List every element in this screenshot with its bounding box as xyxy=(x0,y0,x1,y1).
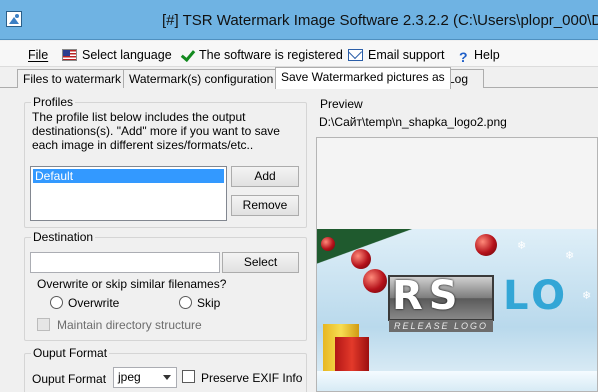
window-title: [#] TSR Watermark Image Software 2.3.2.2… xyxy=(162,12,598,29)
tab-watermark-configuration[interactable]: Watermark(s) configuration xyxy=(123,69,280,88)
add-profile-button[interactable]: Add xyxy=(231,166,299,187)
logo-text-partial: LO xyxy=(503,273,570,319)
menu-file-label: File xyxy=(28,47,49,62)
output-format-label: Ouput Format xyxy=(32,372,107,386)
remove-profile-button[interactable]: Remove xyxy=(231,195,299,216)
destination-title: Destination xyxy=(31,230,96,244)
snowflake-icon: ❄ xyxy=(517,240,527,252)
output-format-title: Ouput Format xyxy=(31,346,110,360)
checkmark-icon xyxy=(180,49,194,61)
menu-select-language[interactable]: Select language xyxy=(62,46,172,63)
select-destination-button[interactable]: Select xyxy=(222,252,299,273)
preserve-exif-label: Preserve EXIF Info xyxy=(201,371,303,385)
tab-strip: Files to watermark Watermark(s) configur… xyxy=(0,67,598,89)
menu-bar: File Select language The software is reg… xyxy=(0,41,598,67)
preview-image: ❄ ❄ ❄ RS LO RELEASE LOGO xyxy=(317,229,597,391)
preview-path: D:\Сайт\temp\n_shapka_logo2.png xyxy=(319,115,507,129)
menu-registered-label: The software is registered xyxy=(199,47,343,62)
menu-file[interactable]: File xyxy=(28,46,48,63)
menu-email-support[interactable]: Email support xyxy=(348,46,444,63)
app-icon xyxy=(6,11,22,27)
profiles-description: The profile list below includes the outp… xyxy=(32,110,280,152)
preview-title: Preview xyxy=(320,97,363,111)
help-icon: ? xyxy=(459,48,468,65)
ornament-graphic xyxy=(363,269,387,293)
snow-ground-graphic xyxy=(317,371,597,391)
logo-text: RS xyxy=(392,273,464,319)
maintain-structure-label: Maintain directory structure xyxy=(57,318,202,332)
menu-help-label: Help xyxy=(474,47,500,62)
menu-language-label: Select language xyxy=(82,47,172,62)
menu-help[interactable]: ? Help xyxy=(459,46,500,65)
overwrite-label: Overwrite xyxy=(68,296,120,310)
flag-icon xyxy=(62,48,77,61)
envelope-icon xyxy=(348,48,363,61)
menu-registered[interactable]: The software is registered xyxy=(180,46,343,63)
list-item[interactable]: Default xyxy=(33,169,224,183)
maintain-structure-checkbox[interactable] xyxy=(37,318,50,331)
ornament-graphic xyxy=(351,249,371,269)
output-format-select[interactable]: jpeg xyxy=(113,367,177,388)
skip-radio[interactable] xyxy=(179,296,192,309)
profiles-title: Profiles xyxy=(31,95,76,109)
ornament-graphic xyxy=(475,234,497,256)
tab-save-watermarked[interactable]: Save Watermarked pictures as xyxy=(275,67,451,89)
overwrite-radio[interactable] xyxy=(50,296,63,309)
skip-label: Skip xyxy=(197,296,221,310)
logo-subtext: RELEASE LOGO xyxy=(389,320,493,332)
overwrite-question: Overwrite or skip similar filenames? xyxy=(37,277,227,291)
tab-files-to-watermark[interactable]: Files to watermark xyxy=(17,69,128,88)
chevron-down-icon xyxy=(163,375,171,380)
preview-frame: ❄ ❄ ❄ RS LO RELEASE LOGO xyxy=(316,137,598,392)
preserve-exif-checkbox[interactable] xyxy=(182,370,195,383)
profiles-description-line: each image in different sizes/formats/et… xyxy=(32,138,254,152)
snowflake-icon: ❄ xyxy=(565,250,575,262)
profiles-list[interactable]: Default xyxy=(30,166,227,221)
output-format-value: jpeg xyxy=(118,370,141,384)
profiles-description-line: destinations(s). "Add" more if you want … xyxy=(32,124,280,138)
menu-support-label: Email support xyxy=(368,47,445,62)
title-bar: [#] TSR Watermark Image Software 2.3.2.2… xyxy=(0,0,598,40)
destination-path-input[interactable] xyxy=(30,252,220,273)
snowflake-icon: ❄ xyxy=(582,290,592,302)
ornament-graphic xyxy=(321,237,335,251)
profiles-description-line: The profile list below includes the outp… xyxy=(32,110,246,124)
